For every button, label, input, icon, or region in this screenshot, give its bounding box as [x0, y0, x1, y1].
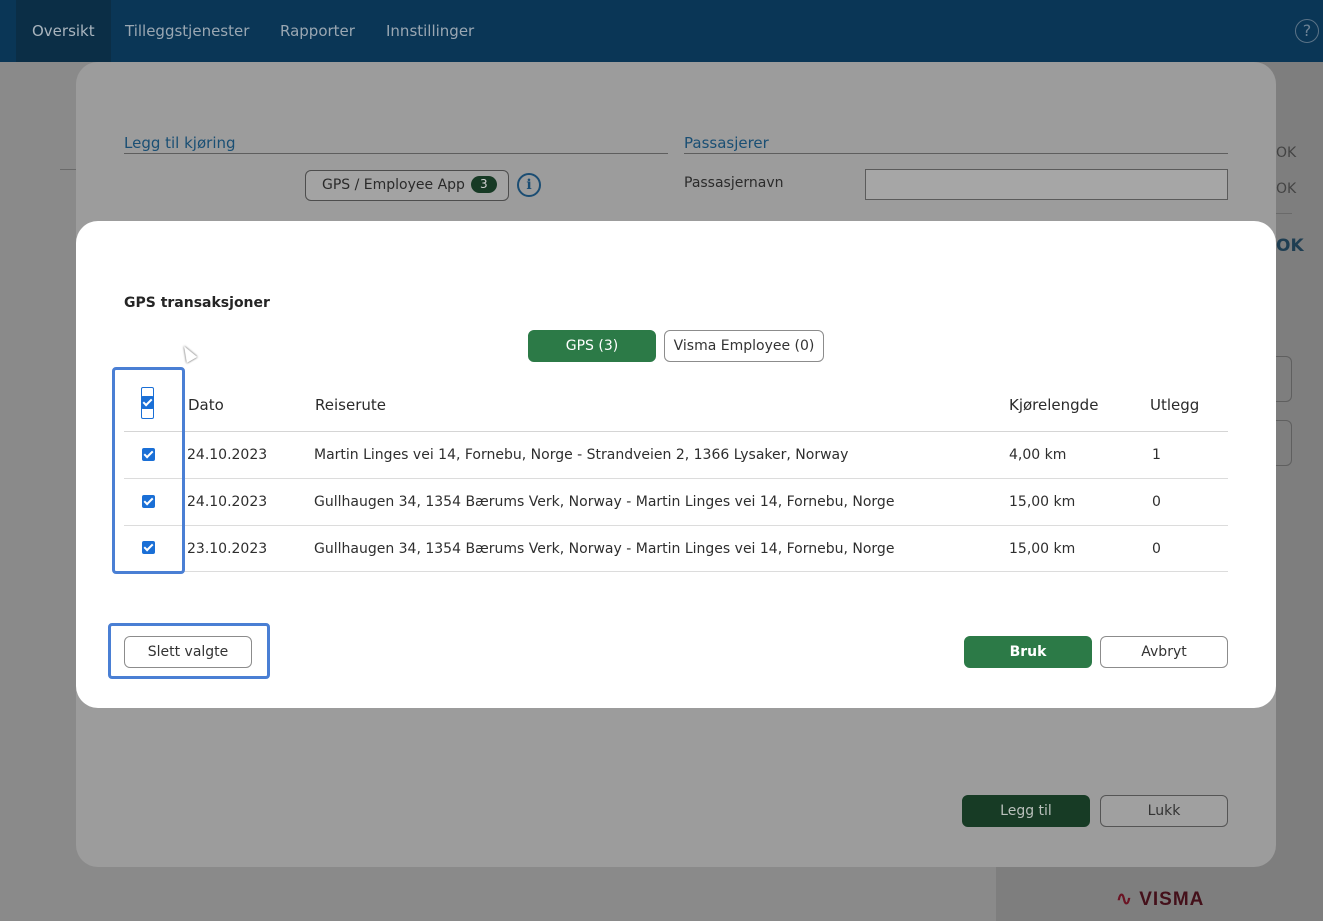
section-title-passengers: Passasjerer — [684, 134, 769, 152]
tab-gps[interactable]: GPS (3) — [528, 330, 656, 362]
gps-count-badge: 3 — [470, 176, 497, 193]
row-expense: 1 — [1152, 447, 1161, 463]
close-button[interactable]: Lukk — [1100, 795, 1228, 827]
modal-title: GPS transaksjoner — [124, 295, 270, 311]
passenger-name-label: Passasjernavn — [684, 175, 784, 191]
row-distance: 4,00 km — [1009, 447, 1067, 463]
status-ok: OK — [1276, 145, 1297, 161]
row-distance: 15,00 km — [1009, 541, 1076, 557]
row-distance: 15,00 km — [1009, 494, 1076, 510]
row-route: Martin Linges vei 14, Fornebu, Norge - S… — [314, 447, 849, 463]
divider — [124, 153, 668, 154]
row-expense: 0 — [1152, 494, 1161, 510]
nav-item-tilleggstjenester[interactable]: Tilleggstjenester — [109, 0, 265, 62]
gps-employee-app-button[interactable]: GPS / Employee App 3 — [305, 170, 509, 201]
column-header-date: Dato — [188, 396, 224, 414]
gps-button-label: GPS / Employee App — [322, 177, 465, 193]
top-nav: Oversikt Tilleggstjenester Rapporter Inn… — [0, 0, 1323, 62]
divider — [684, 153, 1228, 154]
status-ok-total: OK — [1276, 236, 1304, 256]
cancel-button[interactable]: Avbryt — [1100, 636, 1228, 668]
info-icon[interactable]: i — [517, 173, 541, 197]
nav-item-rapporter[interactable]: Rapporter — [264, 0, 371, 62]
row-expense: 0 — [1152, 541, 1161, 557]
apply-button[interactable]: Bruk — [964, 636, 1092, 668]
section-title-add-trip: Legg til kjøring — [124, 134, 236, 152]
column-header-expense: Utlegg — [1150, 396, 1200, 414]
row-route: Gullhaugen 34, 1354 Bærums Verk, Norway … — [314, 541, 895, 557]
help-icon[interactable]: ? — [1295, 19, 1319, 43]
row-date: 24.10.2023 — [187, 494, 268, 510]
row-date: 24.10.2023 — [187, 447, 268, 463]
visma-logo: ∿ VISMA — [1116, 889, 1205, 910]
add-button[interactable]: Legg til — [962, 795, 1090, 827]
tab-visma-employee[interactable]: Visma Employee (0) — [664, 330, 824, 362]
table-row: 23.10.2023 Gullhaugen 34, 1354 Bærums Ve… — [124, 526, 1228, 572]
row-route: Gullhaugen 34, 1354 Bærums Verk, Norway … — [314, 494, 895, 510]
divider — [1276, 213, 1292, 214]
delete-selected-button[interactable]: Slett valgte — [124, 636, 252, 668]
column-header-route: Reiserute — [315, 396, 386, 414]
nav-item-oversikt[interactable]: Oversikt — [16, 0, 111, 62]
passenger-name-input[interactable] — [865, 169, 1228, 200]
table-row: 24.10.2023 Martin Linges vei 14, Fornebu… — [124, 432, 1228, 479]
status-ok: OK — [1276, 181, 1297, 197]
table-row: 24.10.2023 Gullhaugen 34, 1354 Bærums Ve… — [124, 479, 1228, 526]
gps-transactions-modal: GPS transaksjoner GPS (3) Visma Employee… — [76, 221, 1276, 708]
column-header-distance: Kjørelengde — [1009, 396, 1099, 414]
row-date: 23.10.2023 — [187, 541, 268, 557]
checkbox-column-highlight — [112, 367, 185, 574]
nav-item-innstillinger[interactable]: Innstillinger — [370, 0, 490, 62]
